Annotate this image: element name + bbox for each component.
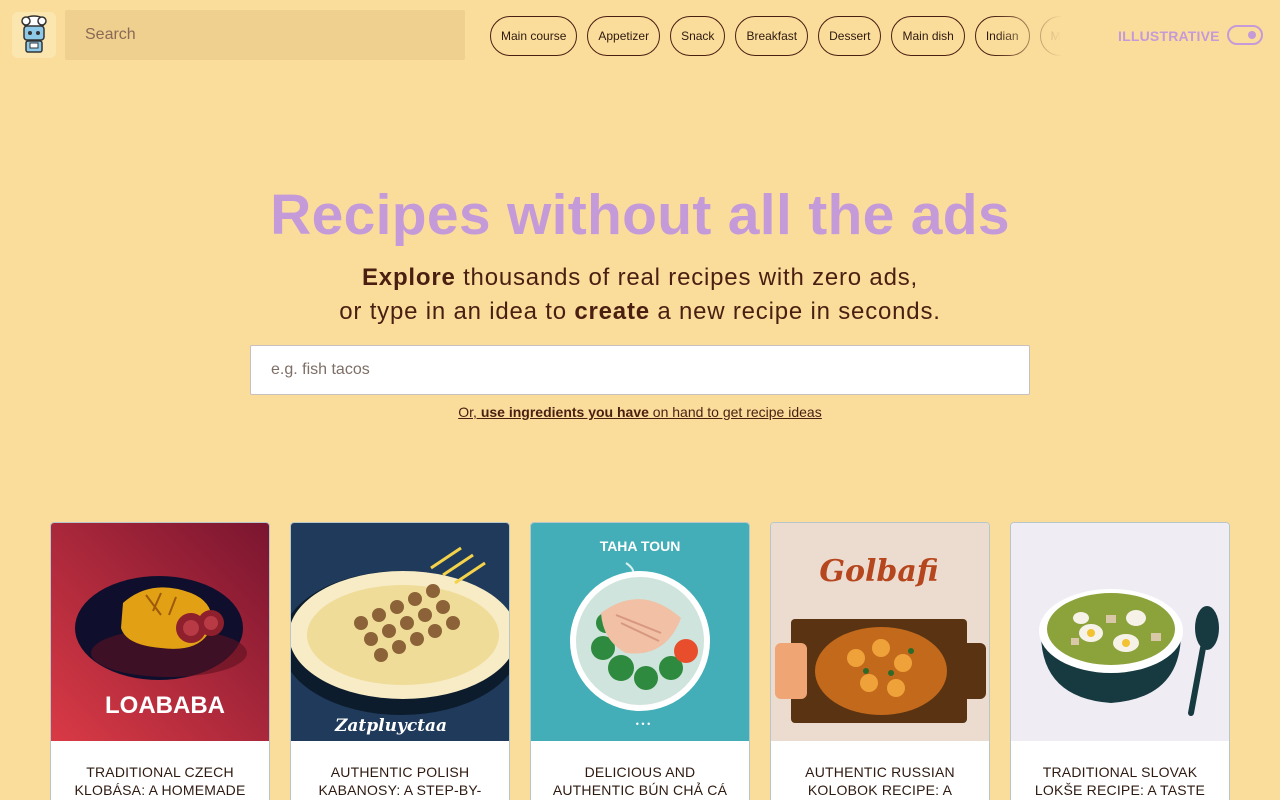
category-chip-snack[interactable]: Snack <box>670 16 726 56</box>
recipe-card[interactable]: TAHA TOUN • • • Delicious and Authentic … <box>530 522 750 800</box>
recipe-card-title: Delicious and Authentic Bún Chả Cá <box>552 764 728 798</box>
recipe-card-title: Traditional Slovak Lokše Recipe: A Taste <box>1034 764 1206 798</box>
recipe-image-bun-cha-ca: TAHA TOUN • • • <box>531 523 749 741</box>
svg-text:• • •: • • • <box>636 719 650 729</box>
hero-subtitle: Explore thousands of real recipes with z… <box>0 261 1280 329</box>
hero-title: Recipes without all the ads <box>270 183 1010 247</box>
category-chip-mexican[interactable]: Mexican <box>1039 16 1062 56</box>
ingredients-link-prefix: Or, <box>458 404 481 420</box>
recipe-idea-input[interactable] <box>250 345 1030 395</box>
recipe-card[interactable]: Zatpluyctaa Authentic Polish Kabanosy: A… <box>290 522 510 800</box>
hero-subtitle-line-1-text: thousands of real recipes with zero ads, <box>455 264 918 291</box>
hero-subtitle-line-2-start: or type in an idea to <box>339 298 575 325</box>
recipe-image-lokse <box>1011 523 1229 741</box>
hero-subtitle-line-2: or type in an idea to create a new recip… <box>0 295 1280 329</box>
recipe-card[interactable]: Golbafi Authentic Russian Kolobok Recipe… <box>770 522 990 800</box>
category-chip-indian[interactable]: Indian <box>974 16 1030 56</box>
ingredients-link-row: Or, use ingredients you have on hand to … <box>0 404 1280 420</box>
category-chips: Main course Appetizer Snack Breakfast De… <box>490 15 1062 57</box>
hero-subtitle-line-2-end: a new recipe in seconds. <box>649 298 941 325</box>
category-chip-breakfast[interactable]: Breakfast <box>735 16 809 56</box>
recipe-image-kabanosy: Zatpluyctaa <box>291 523 509 741</box>
use-ingredients-link[interactable]: Or, use ingredients you have on hand to … <box>458 404 821 420</box>
recipe-card-title: Authentic Polish Kabanosy: A Step-By- <box>318 764 482 798</box>
category-chip-main-course[interactable]: Main course <box>490 16 578 56</box>
recipe-image-text-taha-toun: TAHA TOUN <box>600 538 681 554</box>
recipe-card-title: Traditional Czech Klobása: A Homemade <box>74 764 246 798</box>
ingredients-link-suffix: on hand to get recipe ideas <box>648 404 822 420</box>
recipe-image-text-zatpluyctaa: Zatpluyctaa <box>334 716 447 736</box>
recipe-image-text-golbafi: Golbafi <box>819 554 938 589</box>
ingredients-link-bold: use ingredients you have <box>480 404 649 420</box>
recipe-card-title: Authentic Russian Kolobok Recipe: A <box>805 764 955 798</box>
hero-subtitle-line-1: Explore thousands of real recipes with z… <box>0 261 1280 295</box>
recipe-image-kolobok: Golbafi <box>771 523 989 741</box>
category-chip-dessert[interactable]: Dessert <box>818 16 882 56</box>
explore-emphasis: Explore <box>361 264 456 291</box>
illustrative-mode-toggle[interactable] <box>1227 25 1263 45</box>
recipe-image-klobasa: LOABABA <box>51 523 269 741</box>
recipe-image-text-loababa: LOABABA <box>105 692 225 719</box>
illustrative-mode-label: ILLUSTRATIVE <box>1118 28 1220 44</box>
category-chip-appetizer[interactable]: Appetizer <box>587 16 661 56</box>
create-emphasis: create <box>574 298 650 325</box>
search-input[interactable] <box>65 10 465 60</box>
chef-robot-icon[interactable] <box>12 12 56 58</box>
top-bar: Main course Appetizer Snack Breakfast De… <box>0 0 1280 70</box>
recipe-card[interactable]: LOABABA Traditional Czech Klobása: A Hom… <box>50 522 270 800</box>
category-chip-main-dish[interactable]: Main dish <box>891 16 965 56</box>
recipe-card-grid: LOABABA Traditional Czech Klobása: A Hom… <box>50 522 1230 800</box>
toggle-knob <box>1248 31 1256 39</box>
recipe-card[interactable]: Traditional Slovak Lokše Recipe: A Taste <box>1010 522 1230 800</box>
